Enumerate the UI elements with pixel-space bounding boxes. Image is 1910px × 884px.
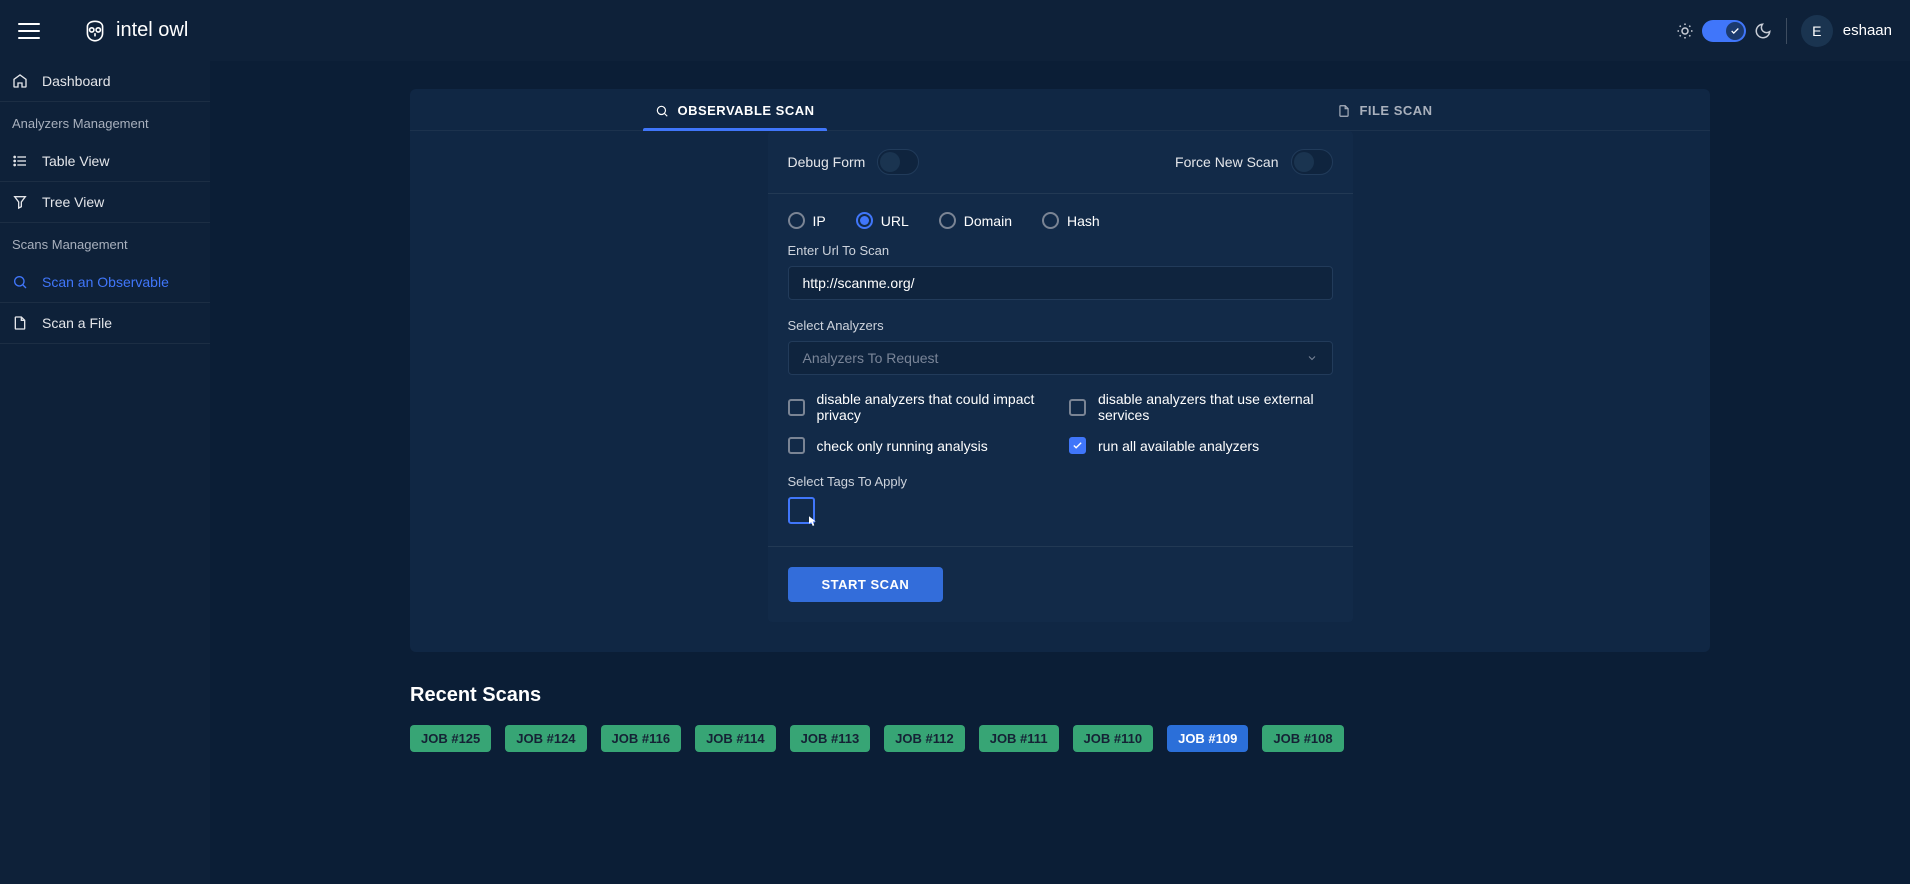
file-icon xyxy=(1337,104,1351,118)
job-chip[interactable]: JOB #109 xyxy=(1167,725,1248,752)
tab-file-scan[interactable]: FILE SCAN xyxy=(1060,89,1710,130)
checkbox-running[interactable]: check only running analysis xyxy=(788,437,1052,454)
list-icon xyxy=(12,153,28,169)
sidebar-section-scans: Scans Management xyxy=(0,223,210,262)
user-menu[interactable]: E eshaan xyxy=(1801,15,1892,47)
home-icon xyxy=(12,73,28,89)
sun-icon xyxy=(1676,22,1694,40)
select-analyzers-label: Select Analyzers xyxy=(788,318,1333,333)
chevron-down-icon xyxy=(1306,352,1318,364)
debug-form-toggle[interactable] xyxy=(877,149,919,175)
search-icon xyxy=(12,274,28,290)
add-tag-button[interactable] xyxy=(788,497,815,524)
radio-hash[interactable]: Hash xyxy=(1042,212,1100,229)
sidebar-item-label: Scan an Observable xyxy=(42,274,169,290)
app-logo[interactable]: intel owl xyxy=(82,18,188,44)
scan-panel: OBSERVABLE SCAN FILE SCAN Debug Form xyxy=(410,89,1710,652)
radio-url[interactable]: URL xyxy=(856,212,909,229)
job-chip[interactable]: JOB #116 xyxy=(601,725,682,752)
analyzers-select[interactable]: Analyzers To Request xyxy=(788,341,1333,375)
filter-icon xyxy=(12,194,28,210)
user-avatar: E xyxy=(1801,15,1833,47)
job-chip[interactable]: JOB #111 xyxy=(979,725,1059,752)
sidebar-item-scan-file[interactable]: Scan a File xyxy=(0,303,210,344)
job-chip[interactable]: JOB #112 xyxy=(884,725,965,752)
enter-url-label: Enter Url To Scan xyxy=(788,243,1333,258)
force-scan-toggle[interactable] xyxy=(1291,149,1333,175)
job-chip[interactable]: JOB #108 xyxy=(1262,725,1343,752)
job-chip[interactable]: JOB #114 xyxy=(695,725,776,752)
job-chip[interactable]: JOB #125 xyxy=(410,725,491,752)
checkbox-privacy[interactable]: disable analyzers that could impact priv… xyxy=(788,391,1052,423)
sidebar-section-analyzers: Analyzers Management xyxy=(0,102,210,141)
sidebar: Dashboard Analyzers Management Table Vie… xyxy=(0,61,210,884)
radio-domain[interactable]: Domain xyxy=(939,212,1012,229)
radio-ip[interactable]: IP xyxy=(788,212,826,229)
logo-text: intel owl xyxy=(116,19,188,42)
scan-form-card: Debug Form Force New Scan IP URL xyxy=(768,131,1353,622)
recent-scans-section: Recent Scans JOB #125 JOB #124 JOB #116 JOB… xyxy=(410,684,1710,752)
cursor-pointer-icon xyxy=(803,514,821,532)
force-scan-label: Force New Scan xyxy=(1175,154,1278,170)
sidebar-item-tree-view[interactable]: Tree View xyxy=(0,182,210,223)
owl-icon xyxy=(82,18,108,44)
theme-toggle[interactable] xyxy=(1702,20,1746,42)
sidebar-item-label: Scan a File xyxy=(42,315,112,331)
debug-form-label: Debug Form xyxy=(788,154,866,170)
username-label: eshaan xyxy=(1843,22,1892,39)
url-input[interactable] xyxy=(788,266,1333,300)
sidebar-item-label: Table View xyxy=(42,153,109,169)
sidebar-item-table-view[interactable]: Table View xyxy=(0,141,210,182)
checkbox-run-all[interactable]: run all available analyzers xyxy=(1069,437,1333,454)
job-chip[interactable]: JOB #113 xyxy=(790,725,871,752)
checkbox-external[interactable]: disable analyzers that use external serv… xyxy=(1069,391,1333,423)
file-icon xyxy=(12,315,28,331)
sidebar-item-label: Tree View xyxy=(42,194,104,210)
sidebar-item-dashboard[interactable]: Dashboard xyxy=(0,61,210,102)
tab-observable-scan[interactable]: OBSERVABLE SCAN xyxy=(410,89,1060,130)
sidebar-item-label: Dashboard xyxy=(42,73,111,89)
job-chip[interactable]: JOB #110 xyxy=(1073,725,1154,752)
sidebar-item-scan-observable[interactable]: Scan an Observable xyxy=(0,262,210,303)
header-divider xyxy=(1786,18,1787,44)
hamburger-menu[interactable] xyxy=(18,23,40,39)
select-tags-label: Select Tags To Apply xyxy=(788,474,1333,489)
main-content: OBSERVABLE SCAN FILE SCAN Debug Form xyxy=(210,61,1910,884)
job-chip[interactable]: JOB #124 xyxy=(505,725,586,752)
search-icon xyxy=(655,104,669,118)
recent-scans-title: Recent Scans xyxy=(410,684,1710,707)
start-scan-button[interactable]: START SCAN xyxy=(788,567,944,602)
moon-icon xyxy=(1754,22,1772,40)
top-header: intel owl E eshaan xyxy=(0,0,1910,61)
